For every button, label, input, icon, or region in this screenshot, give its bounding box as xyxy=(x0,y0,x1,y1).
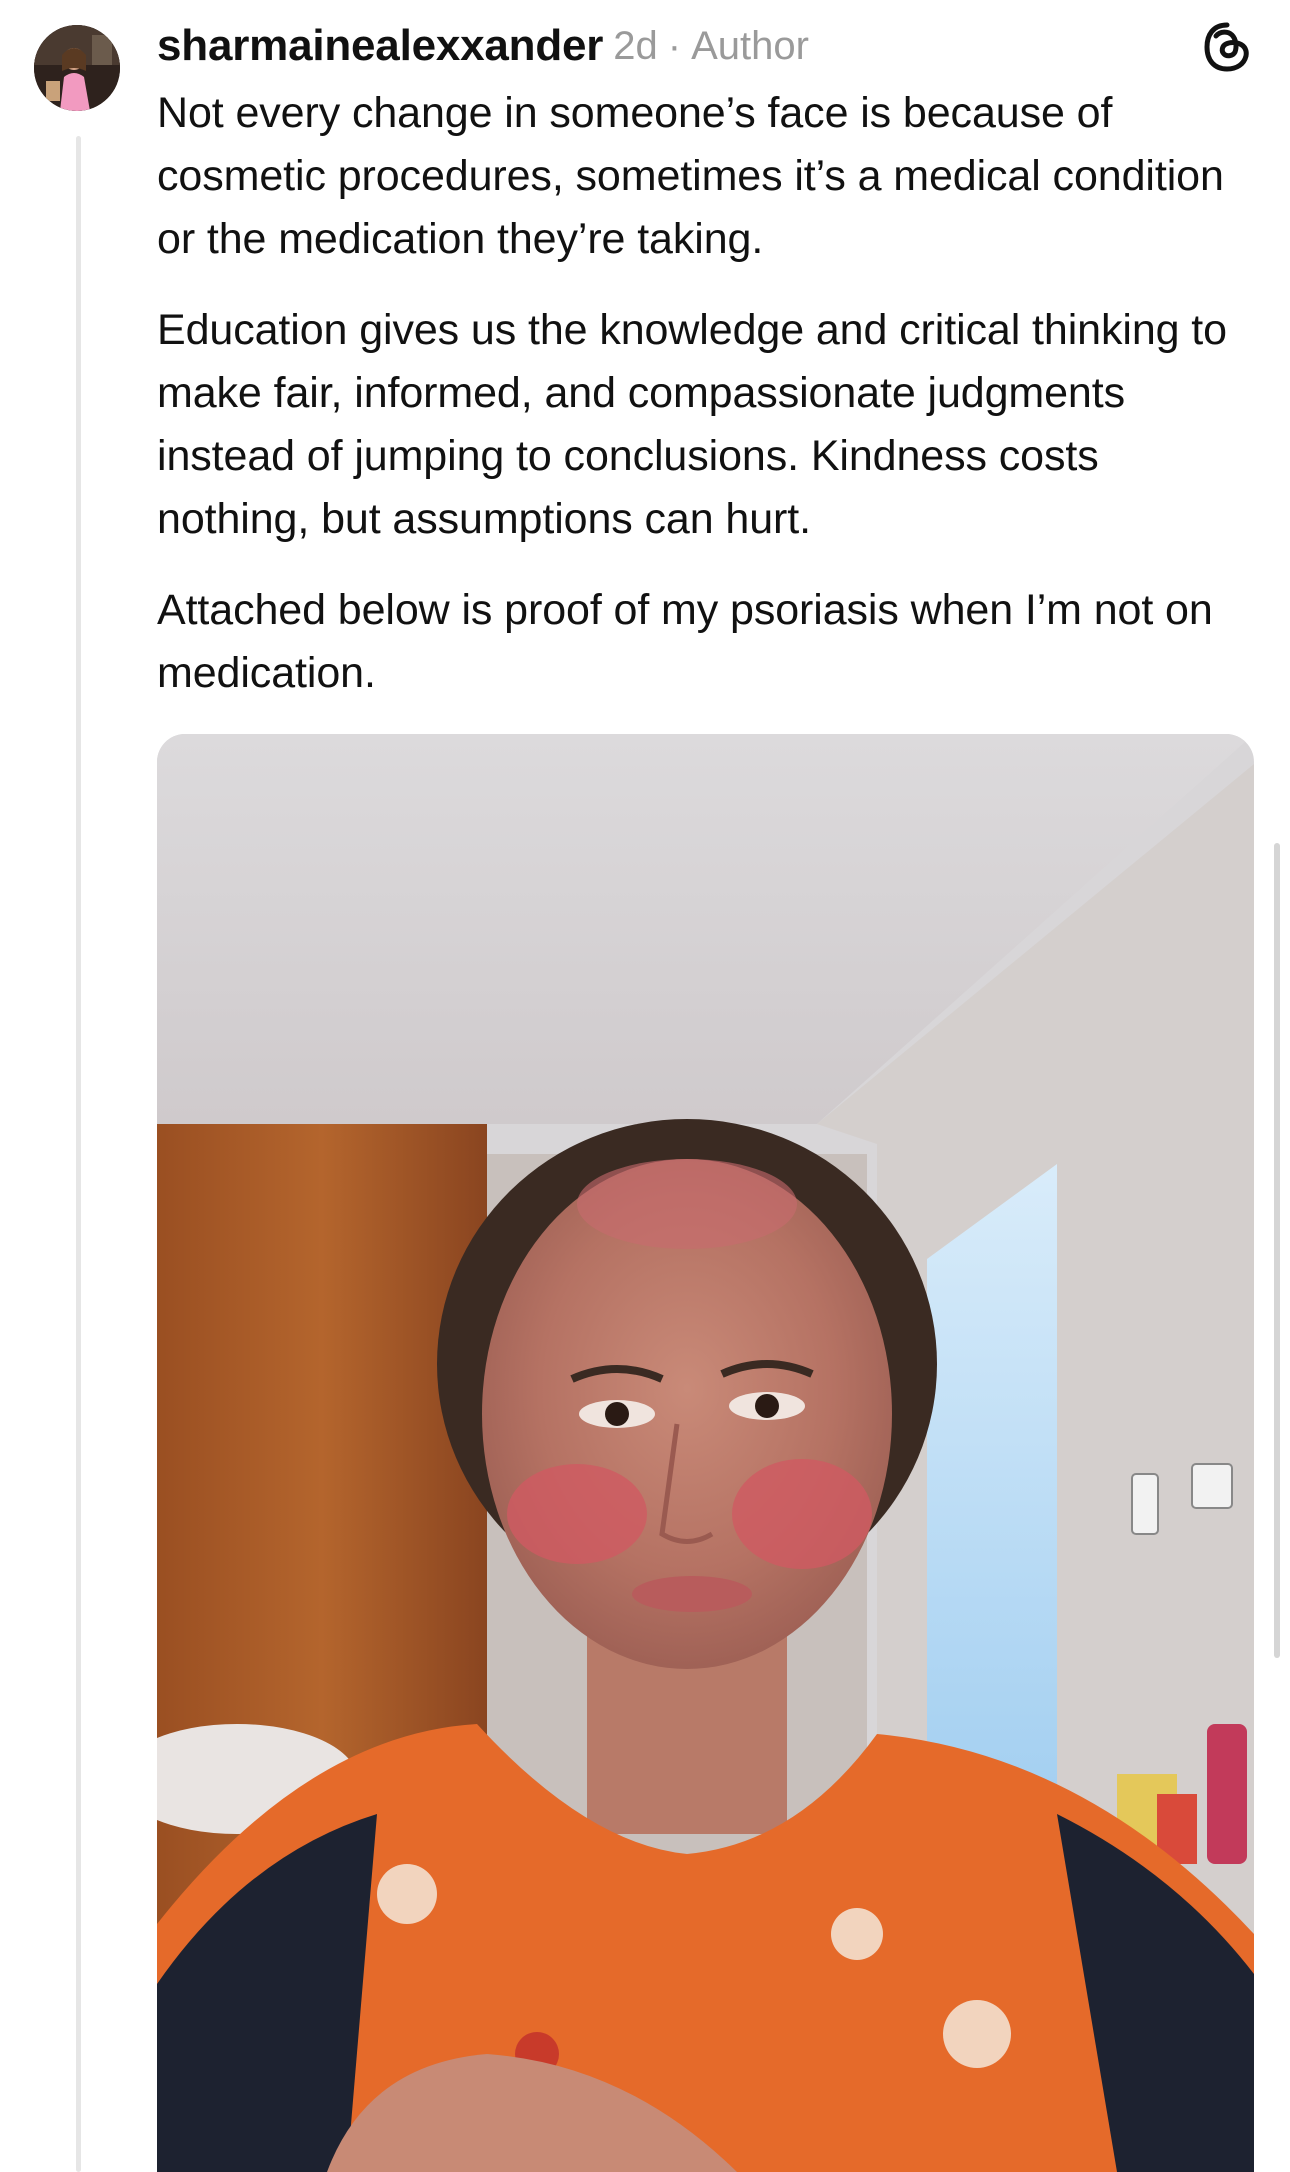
post-paragraph-1: Not every change in someone’s face is be… xyxy=(157,89,1224,263)
threads-logo-icon[interactable] xyxy=(1200,20,1254,74)
username[interactable]: sharmainealexxander xyxy=(157,21,603,71)
post-paragraph-3: Attached below is proof of my psoriasis … xyxy=(157,586,1213,697)
post-header: sharmainealexxander 2d · Author xyxy=(157,16,809,76)
scrollbar[interactable] xyxy=(1274,843,1280,1658)
thread-connector-line xyxy=(76,136,81,2172)
post-text: Not every change in someone’s face is be… xyxy=(157,82,1257,733)
post-paragraph-2: Education gives us the knowledge and cri… xyxy=(157,306,1227,543)
post-timestamp[interactable]: 2d xyxy=(613,24,658,69)
photo-selfie-image xyxy=(157,734,1254,2172)
author-badge: Author xyxy=(691,23,809,68)
attached-photo[interactable] xyxy=(157,734,1254,2172)
meta-separator: · xyxy=(667,23,682,68)
avatar[interactable] xyxy=(34,25,120,111)
avatar-image xyxy=(34,25,120,111)
